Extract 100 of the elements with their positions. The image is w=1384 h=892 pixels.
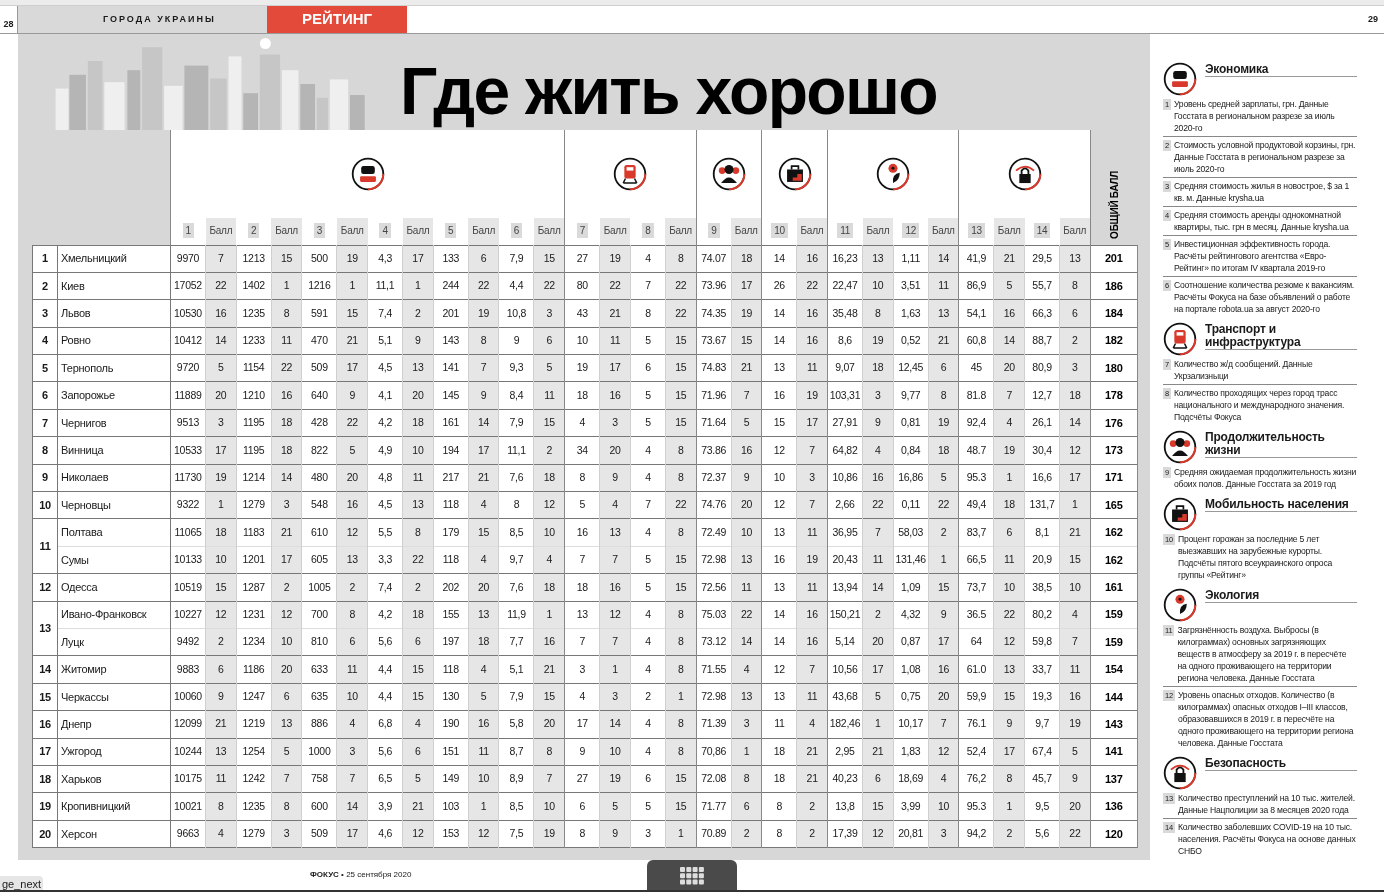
total-score: 143: [1104, 717, 1123, 730]
table-cell: 13: [215, 744, 227, 757]
table-cell: 9: [612, 470, 618, 483]
table-cell: 18: [1069, 388, 1081, 401]
metric-number-tag: 12: [902, 223, 919, 239]
table-cell: 11: [347, 662, 358, 675]
table-cell: 1: [875, 717, 881, 730]
table-cell: 1,83: [901, 744, 921, 757]
table-cell: 15: [346, 306, 358, 319]
table-cell: 10: [773, 470, 785, 483]
table-cell: 10,86: [832, 470, 858, 483]
padlock-icon: [1163, 756, 1197, 790]
note-text: Стоимость условной продуктовой корзины, грн. Данные Госстата в региональном разрезе за июль 2020-го: [1174, 139, 1357, 175]
table-cell: 0,84: [901, 443, 921, 456]
table-cell: 16,86: [898, 470, 924, 483]
score-column-header: Балл: [1063, 225, 1087, 237]
table-cell: 3,51: [901, 279, 921, 292]
table-cell: 10: [346, 690, 358, 703]
table-cell: 6,5: [378, 772, 392, 785]
table-cell: 11: [806, 690, 818, 703]
metric-number-tag: 14: [1033, 223, 1051, 239]
table-cell: 8: [678, 470, 684, 483]
table-cell: 10533: [174, 443, 202, 456]
table-cell: 21: [872, 744, 884, 757]
table-cell: 11: [806, 580, 818, 593]
table-cell: 10530: [174, 306, 202, 319]
table-cell: 1235: [242, 799, 265, 812]
table-cell: 5: [743, 416, 750, 429]
rank-number: 1: [42, 252, 48, 265]
table-cell: 1186: [242, 662, 265, 675]
table-cell: 83,7: [966, 525, 987, 538]
table-cell: 3: [1072, 361, 1078, 374]
table-cell: 8: [875, 306, 881, 319]
table-cell: 5: [349, 443, 355, 456]
table-cell: 19: [609, 251, 621, 264]
table-cell: 2,66: [835, 498, 855, 511]
table-cell: 11,1: [375, 279, 395, 292]
table-cell: 13,94: [832, 580, 858, 593]
table-cell: 8: [678, 662, 684, 675]
city-name: Житомир: [61, 663, 107, 676]
table-cell: 13: [872, 251, 884, 264]
table-cell: 14: [937, 251, 950, 264]
table-cell: 16: [346, 498, 358, 511]
table-cell: 9,3: [509, 361, 524, 374]
table-cell: 7: [809, 662, 815, 675]
table-cell: 480: [311, 470, 328, 483]
table-cell: 9: [415, 334, 421, 346]
rank-number: 2: [42, 279, 48, 292]
table-cell: 12: [215, 607, 227, 620]
table-cell: 202: [442, 580, 460, 593]
table-cell: 1: [1006, 470, 1012, 483]
table-cell: 19: [806, 388, 818, 401]
table-cell: 4,4: [509, 279, 524, 292]
note-text: Количество заболевших COVID-19 на 10 тыс. населения. Расчёты Фокуса на основе данных СНБО: [1177, 821, 1357, 857]
table-cell: 1: [678, 690, 684, 703]
table-cell: 3: [612, 690, 618, 703]
table-cell: 0,11: [901, 498, 920, 511]
table-cell: 822: [311, 443, 328, 456]
table-cell: 17: [1069, 470, 1081, 483]
table-cell: 10227: [174, 607, 202, 620]
table-cell: 118: [442, 498, 459, 511]
city-name: Львов: [61, 307, 91, 320]
table-cell: 7: [349, 772, 355, 785]
table-cell: 17,39: [832, 827, 858, 839]
table-cell: 13: [412, 498, 424, 511]
table-cell: 16: [1003, 306, 1015, 319]
table-cell: 4: [743, 662, 750, 675]
table-cell: 7,9: [509, 416, 524, 429]
metric-number-tag: 3: [313, 223, 326, 239]
table-cell: 95.3: [966, 470, 987, 483]
table-cell: 8: [1072, 279, 1078, 292]
total-score: 159: [1104, 608, 1123, 621]
table-cell: 18: [773, 772, 785, 785]
table-cell: 11065: [174, 525, 202, 538]
table-cell: 11: [215, 772, 227, 785]
table-cell: 133: [442, 251, 460, 264]
table-cell: 10412: [174, 334, 202, 346]
table-cell: 149: [442, 772, 460, 785]
table-cell: 635: [311, 690, 328, 703]
note-text: Средняя ожидаемая продолжительность жизни обоих полов. Данные Госстата за 2019 год: [1174, 466, 1357, 490]
table-cell: 74.76: [701, 498, 727, 511]
table-cell: 2: [645, 690, 651, 703]
table-cell: 470: [311, 334, 328, 346]
table-cell: 3: [743, 717, 750, 730]
city-name: Киев: [61, 279, 85, 292]
table-cell: 9: [480, 388, 487, 401]
table-cell: 1: [743, 744, 750, 757]
table-cell: 49,4: [966, 498, 987, 511]
table-cell: 71.96: [701, 388, 727, 401]
table-cell: 54,1: [966, 306, 987, 319]
grid-view-button[interactable]: [647, 860, 737, 892]
table-cell: 13,8: [835, 799, 855, 812]
table-cell: 8: [218, 799, 224, 812]
score-column-header: Балл: [340, 225, 364, 237]
table-cell: 18: [773, 744, 785, 757]
table-cell: 18: [478, 635, 490, 648]
table-cell: 10: [478, 772, 490, 785]
table-cell: 6: [1072, 306, 1078, 319]
note-text: Количество ж/д сообщений. Данные Укрзализныци: [1174, 358, 1314, 382]
table-cell: 7,6: [509, 580, 524, 593]
